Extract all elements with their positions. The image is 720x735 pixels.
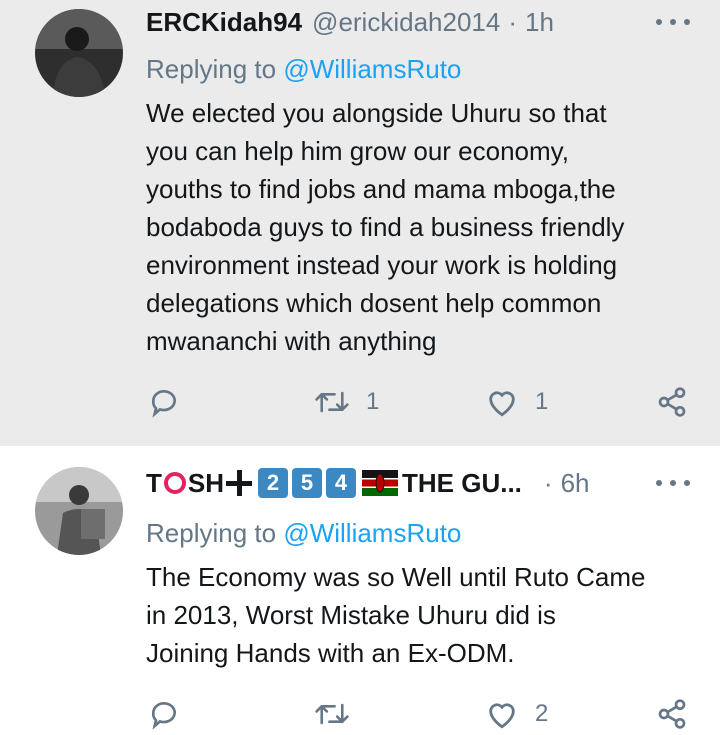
reply-button[interactable]: [148, 382, 180, 422]
like-count: 1: [535, 388, 549, 415]
share-icon: [658, 387, 686, 417]
red-circle-icon: [163, 472, 186, 494]
reply-button[interactable]: [148, 694, 180, 734]
avatar[interactable]: [35, 9, 123, 97]
tweet-text: We elected you alongside Uhuru so that y…: [146, 98, 625, 356]
heart-icon: [489, 703, 515, 729]
reply-icon: [151, 390, 176, 418]
tweet-2[interactable]: T SH 2 5 4 THE GU... · 6h Replying to @W…: [0, 446, 720, 735]
retweet-icon: [315, 703, 349, 725]
replying-prefix: Replying to: [146, 54, 284, 84]
retweet-button[interactable]: [314, 694, 350, 734]
tweet-actions: 1 1: [0, 382, 720, 422]
plus-icon: [226, 470, 253, 496]
timestamp[interactable]: 1h: [525, 7, 554, 38]
keycap-icon: 4: [326, 468, 357, 498]
retweet-button[interactable]: 1: [314, 382, 379, 422]
author-handle[interactable]: @erickidah2014: [312, 7, 500, 38]
tweet-text: The Economy was so Well until Ruto Came …: [146, 562, 646, 668]
tweet-1[interactable]: ERCKidah94 @erickidah2014 · 1h Replying …: [0, 0, 720, 446]
author-name-SH: SH: [187, 467, 225, 498]
retweet-count: 1: [366, 388, 380, 415]
like-button[interactable]: 1: [485, 382, 548, 422]
author-name[interactable]: ERCKidah94: [146, 7, 302, 38]
tweet-header: T SH 2 5 4 THE GU... · 6h: [146, 463, 690, 503]
mention-link[interactable]: @WilliamsRuto: [283, 54, 461, 84]
share-button[interactable]: [656, 694, 688, 734]
author-name-T: T: [146, 467, 162, 498]
timestamp[interactable]: 6h: [561, 468, 590, 499]
more-dots-icon[interactable]: [656, 12, 690, 32]
tweet-header: ERCKidah94 @erickidah2014 · 1h: [146, 2, 690, 42]
share-button[interactable]: [656, 382, 688, 422]
separator: ·: [543, 467, 553, 498]
retweet-icon: [315, 391, 349, 413]
like-count: 2: [535, 700, 549, 727]
author-name-rest: THE GU...: [402, 467, 522, 498]
keycap-icon: 2: [258, 468, 289, 498]
author-name[interactable]: T SH 2 5 4 THE GU...: [146, 468, 522, 499]
more-dots-icon[interactable]: [656, 473, 690, 493]
replying-to: Replying to @WilliamsRuto: [146, 518, 461, 549]
kenya-flag-icon: [362, 470, 399, 496]
separator: ·: [508, 6, 518, 37]
replying-to: Replying to @WilliamsRuto: [146, 54, 461, 85]
keycap-icon: 5: [292, 468, 323, 498]
like-button[interactable]: 2: [485, 694, 548, 734]
replying-prefix: Replying to: [146, 518, 284, 548]
tweet-actions: 2: [0, 694, 720, 734]
heart-icon: [489, 391, 515, 417]
reply-icon: [151, 702, 176, 730]
avatar[interactable]: [35, 467, 123, 555]
share-icon: [658, 699, 686, 729]
mention-link[interactable]: @WilliamsRuto: [283, 518, 461, 548]
